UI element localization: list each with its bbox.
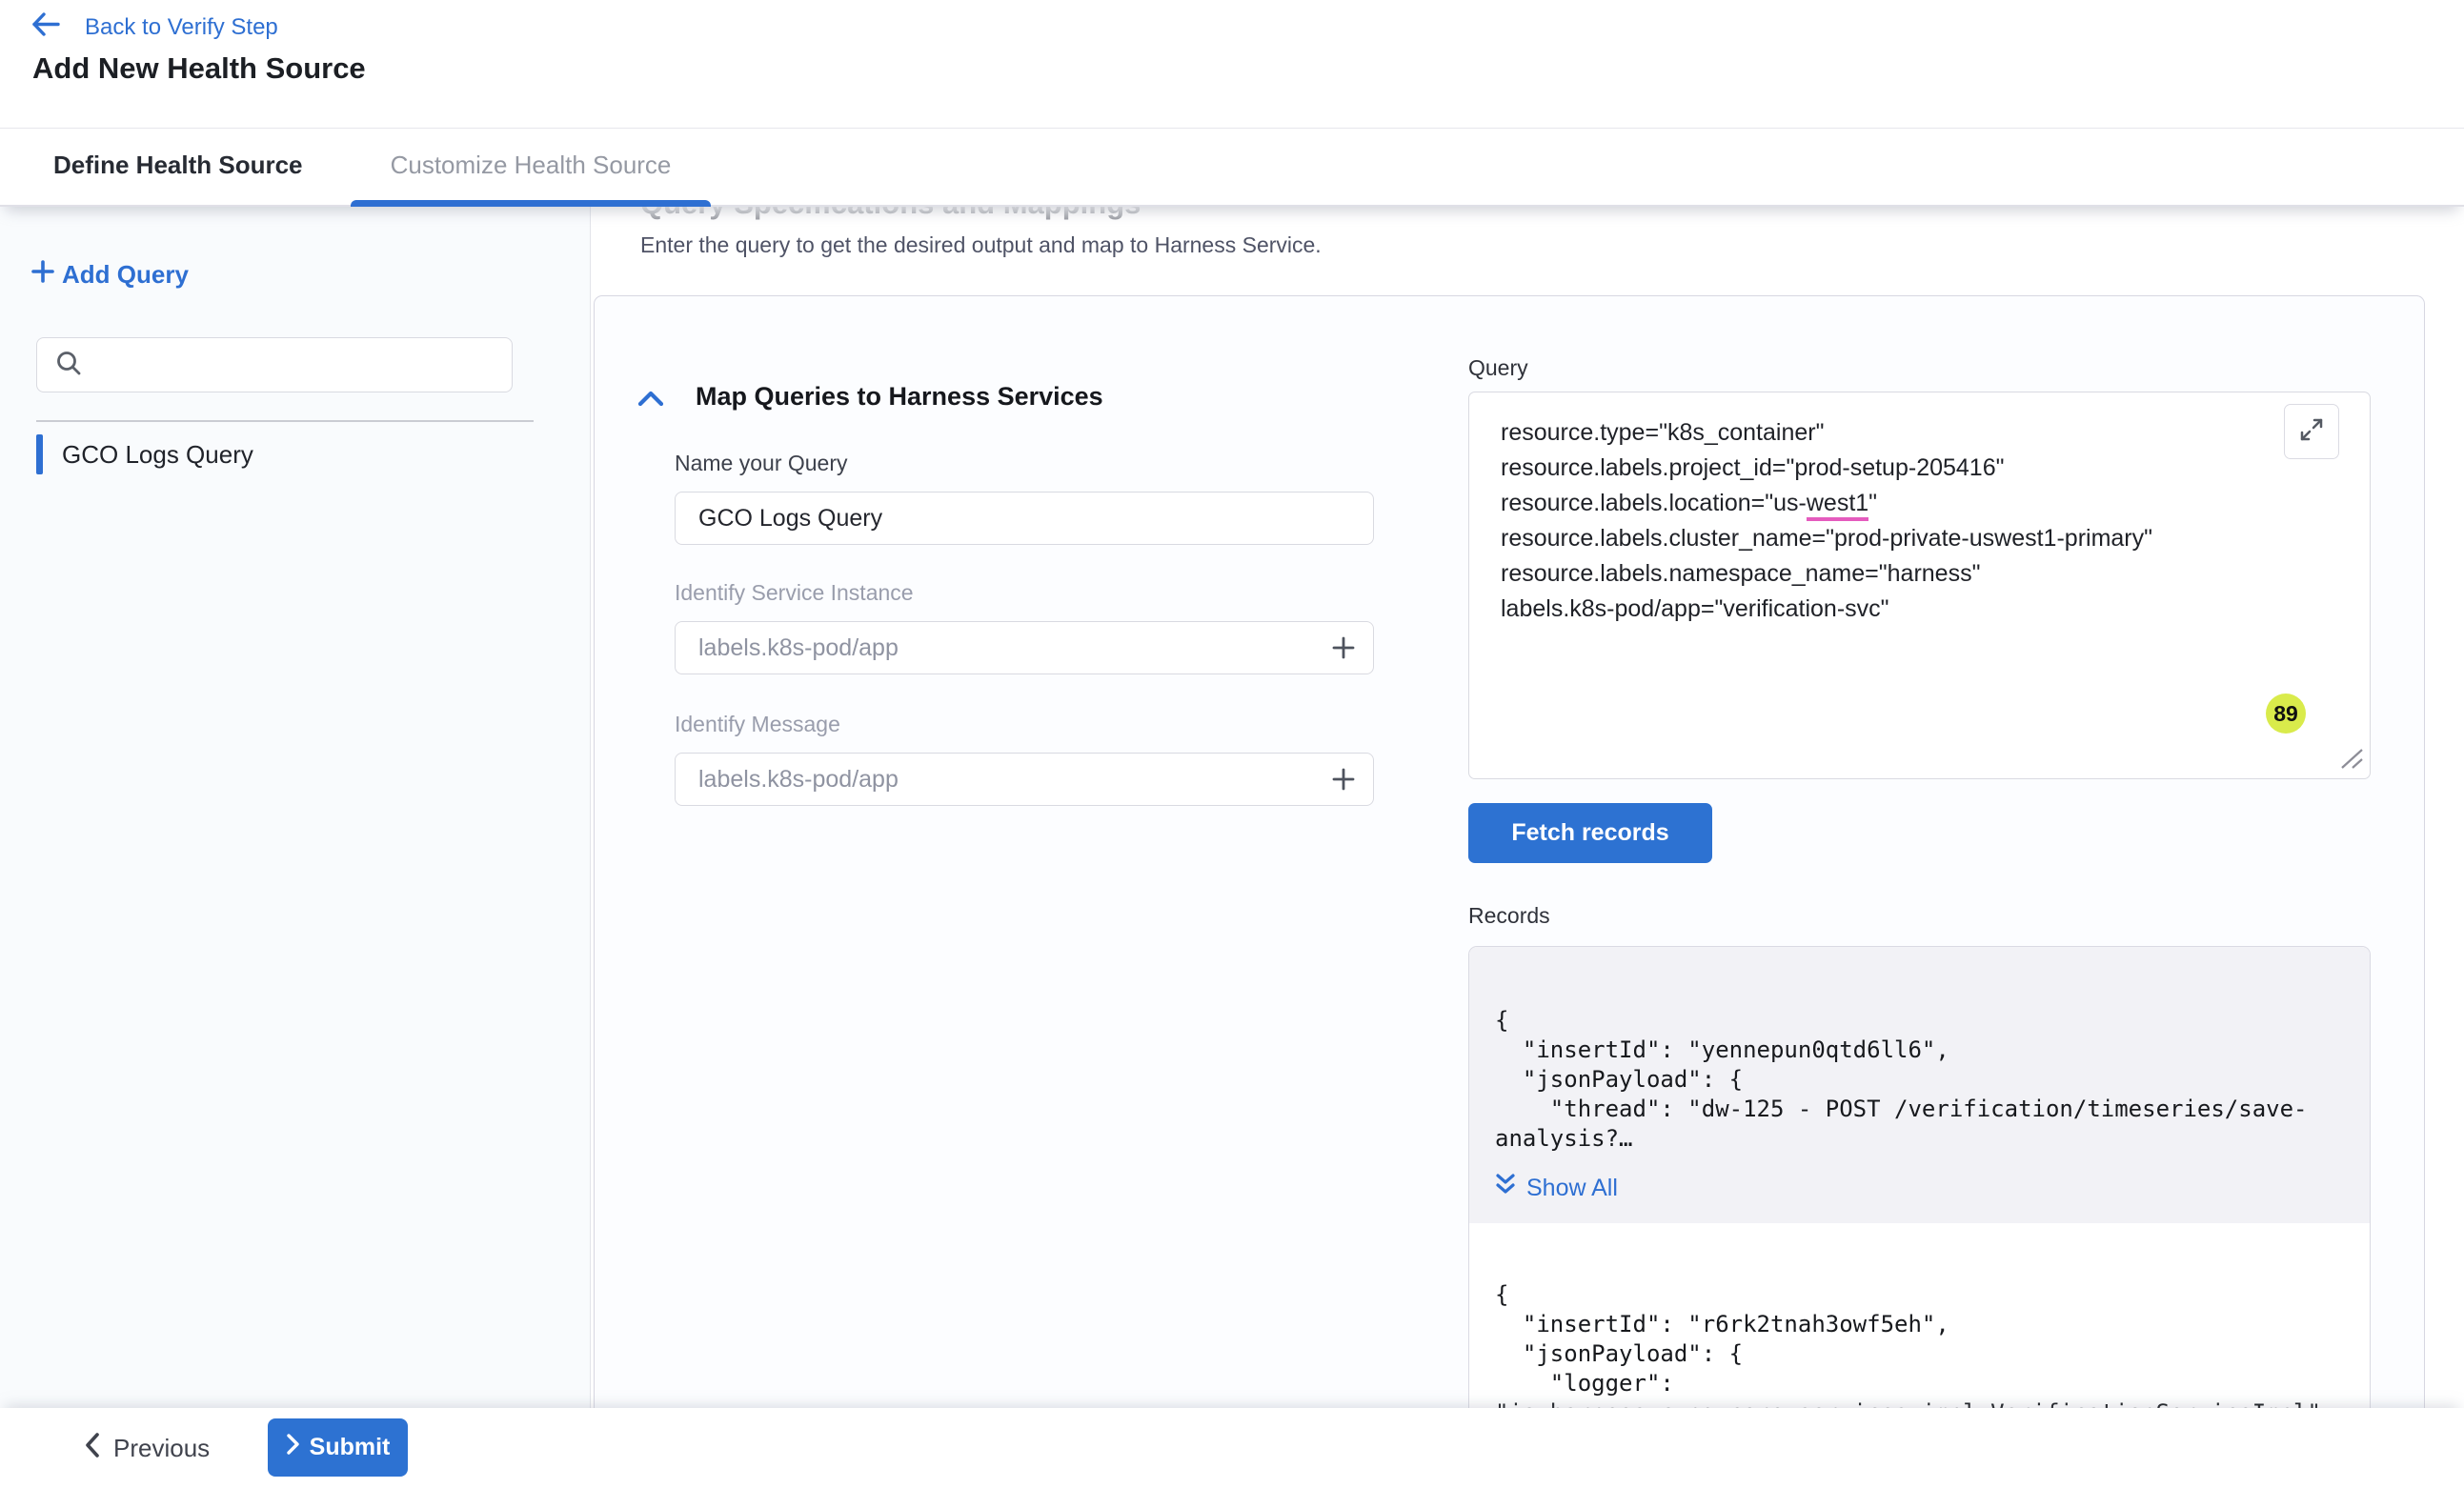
- show-all-label: Show All: [1526, 1175, 1618, 1202]
- map-queries-title: Map Queries to Harness Services: [696, 382, 1103, 412]
- spellcheck-underlined-text: west1: [1807, 490, 1868, 521]
- page-header: Back to Verify Step Add New Health Sourc…: [0, 0, 2464, 129]
- identify-message-label: Identify Message: [675, 712, 840, 737]
- query-editor[interactable]: resource.type="k8s_container" resource.l…: [1468, 392, 2371, 779]
- fetch-records-button[interactable]: Fetch records: [1468, 803, 1712, 863]
- sidebar-divider: [36, 420, 534, 422]
- fullscreen-icon: [2298, 416, 2325, 448]
- previous-button[interactable]: Previous: [84, 1408, 210, 1488]
- service-instance-field: [675, 621, 1374, 674]
- query-line: resource.type="k8s_container": [1501, 415, 2152, 451]
- records-label: Records: [1468, 903, 1550, 929]
- submit-button[interactable]: Submit: [268, 1418, 408, 1477]
- record-2-json[interactable]: { "insertId": "r6rk2tnah3owf5eh", "jsonP…: [1495, 1280, 2321, 1409]
- name-query-label: Name your Query: [675, 451, 848, 476]
- identify-message-add-icon[interactable]: [1329, 765, 1358, 794]
- identify-message-input[interactable]: [697, 765, 1329, 794]
- add-query-label: Add Query: [62, 260, 189, 290]
- tab-define-health-source[interactable]: Define Health Source: [38, 128, 318, 203]
- show-all-link[interactable]: Show All: [1494, 1172, 1618, 1204]
- page-title: Add New Health Source: [32, 51, 366, 86]
- active-item-indicator: [36, 434, 43, 474]
- expand-query-button[interactable]: [2284, 404, 2339, 459]
- record-1-json: { "insertId": "yennepun0qtd6ll6", "jsonP…: [1495, 1006, 2308, 1154]
- tab-customize-health-source[interactable]: Customize Health Source: [351, 128, 711, 203]
- active-tab-underline: [351, 200, 711, 207]
- back-link-label: Back to Verify Step: [85, 14, 278, 41]
- query-line: resource.labels.project_id="prod-setup-2…: [1501, 451, 2152, 486]
- chevron-right-icon: [286, 1433, 300, 1462]
- resize-handle[interactable]: [2334, 744, 2365, 775]
- record-card-1[interactable]: { "insertId": "yennepun0qtd6ll6", "jsonP…: [1469, 947, 2370, 1223]
- service-instance-add-icon[interactable]: [1329, 633, 1358, 662]
- query-item-label: GCO Logs Query: [62, 440, 253, 470]
- records-panel: { "insertId": "yennepun0qtd6ll6", "jsonP…: [1468, 946, 2371, 1409]
- query-line: labels.k8s-pod/app="verification-svc": [1501, 592, 2152, 627]
- add-health-source-page: Back to Verify Step Add New Health Sourc…: [0, 0, 2464, 1488]
- add-query-button[interactable]: Add Query: [30, 258, 189, 292]
- query-line: resource.labels.location="us-west1": [1501, 486, 2152, 521]
- search-input[interactable]: [96, 351, 481, 379]
- service-instance-label: Identify Service Instance: [675, 580, 914, 606]
- plus-icon: [30, 258, 56, 292]
- submit-label: Submit: [310, 1434, 391, 1461]
- back-arrow-icon: [31, 11, 60, 44]
- chevron-up-icon[interactable]: [636, 390, 665, 412]
- query-line: resource.labels.cluster_name="prod-priva…: [1501, 521, 2152, 556]
- search-icon: [54, 349, 83, 382]
- wizard-footer: Previous Submit: [0, 1408, 2464, 1488]
- query-text: resource.type="k8s_container" resource.l…: [1501, 415, 2152, 627]
- previous-label: Previous: [113, 1434, 210, 1463]
- query-list-item-gco-logs[interactable]: GCO Logs Query: [36, 434, 253, 474]
- identify-message-field: [675, 753, 1374, 806]
- query-search-box: [36, 337, 513, 392]
- query-label: Query: [1468, 355, 1528, 381]
- chevron-left-icon: [84, 1432, 100, 1465]
- query-sidebar: Add Query GCO Logs Query: [0, 205, 591, 1408]
- query-mapping-panel: Map Queries to Harness Services Name you…: [594, 295, 2425, 1408]
- service-instance-input[interactable]: [697, 633, 1329, 663]
- query-line: resource.labels.namespace_name="harness": [1501, 556, 2152, 592]
- section-subheading: Enter the query to get the desired outpu…: [640, 232, 1322, 258]
- query-name-field: [675, 492, 1374, 545]
- double-chevron-down-icon: [1494, 1172, 1517, 1204]
- char-count-badge: 89: [2266, 694, 2306, 734]
- query-name-input[interactable]: [697, 504, 1358, 533]
- back-to-verify-step-link[interactable]: Back to Verify Step: [31, 11, 278, 44]
- health-source-tabbar: Define Health Source Customize Health So…: [0, 128, 2464, 207]
